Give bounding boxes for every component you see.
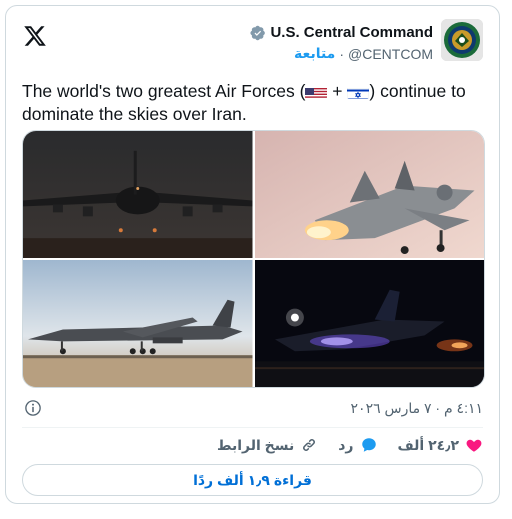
action-row: ٢٤٫٢ ألف رد نسخ الرابط <box>217 436 483 454</box>
display-name[interactable]: U.S. Central Command <box>270 24 433 41</box>
tweet-text-part1: The world's two greatest Air Forces ( <box>22 81 306 101</box>
read-replies-button[interactable]: قراءة ١٫٩ ألف ردًا <box>22 464 483 496</box>
reply-label: رد <box>338 436 354 453</box>
like-button[interactable]: ٢٤٫٢ ألف <box>398 436 484 454</box>
tweet-card: U.S. Central Command متابعة · @CENTCOM T… <box>5 5 500 504</box>
verified-badge-icon <box>250 25 266 40</box>
timestamp[interactable]: ٤:١١ م · ٧ مارس ٢٠٢٦ <box>351 400 483 417</box>
photo-f35-fighter[interactable] <box>254 131 484 258</box>
photo-night-fighter[interactable] <box>254 260 484 387</box>
media-grid <box>22 130 485 388</box>
link-icon <box>303 439 316 451</box>
copy-link-button[interactable]: نسخ الرابط <box>217 436 318 454</box>
x-logo-icon[interactable] <box>23 24 47 48</box>
us-flag-icon <box>305 85 328 99</box>
tweet-text: The world's two greatest Air Forces ( + … <box>22 80 490 126</box>
reply-button[interactable]: رد <box>338 436 377 454</box>
info-icon[interactable] <box>24 399 42 417</box>
copy-link-label: نسخ الرابط <box>216 436 295 453</box>
divider <box>22 427 483 428</box>
follow-link[interactable]: متابعة <box>294 45 335 62</box>
like-count: ٢٤٫٢ ألف <box>397 436 460 453</box>
photo-b52-bomber[interactable] <box>23 131 253 258</box>
heart-icon <box>466 439 482 452</box>
separator-dot: · <box>339 45 345 62</box>
centcom-seal-icon <box>441 19 483 61</box>
israel-flag-icon <box>347 85 370 99</box>
photo-b1-bomber[interactable] <box>23 260 253 387</box>
author-block: U.S. Central Command متابعة · @CENTCOM <box>250 24 433 62</box>
author-handle[interactable]: @CENTCOM <box>348 46 433 62</box>
avatar[interactable] <box>441 19 483 61</box>
reply-bubble-icon <box>361 438 376 452</box>
tweet-text-plus: + <box>327 81 348 101</box>
